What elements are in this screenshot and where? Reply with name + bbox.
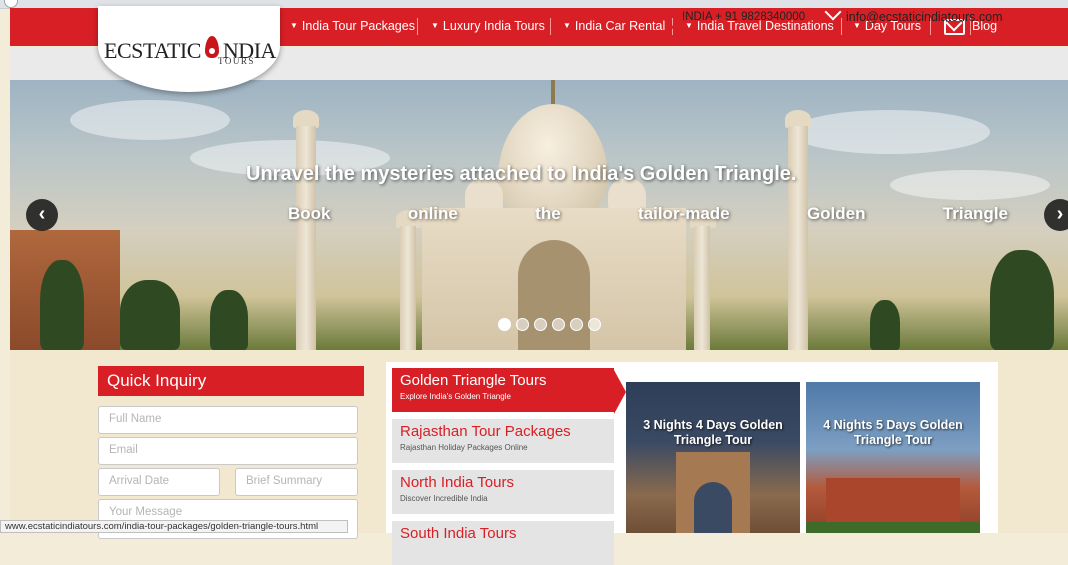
hero-subheading: Book online the tailor-made Golden Trian… (288, 204, 1008, 223)
cloud-shape (790, 110, 990, 154)
minaret (296, 126, 316, 350)
tree (990, 250, 1054, 350)
cloud-shape (890, 170, 1050, 200)
caret-down-icon: ▼ (431, 21, 439, 30)
nav-india-car-rental[interactable]: ▼ India Car Rental (563, 8, 665, 46)
tab-title: North India Tours (400, 474, 514, 491)
nav-label: Luxury India Tours (442, 19, 545, 33)
nav-india-tour-packages[interactable]: ▼ India Tour Packages (290, 8, 415, 46)
brief-summary-field[interactable]: Brief Summary (235, 468, 358, 496)
taj-arch (518, 240, 590, 350)
tour-card[interactable]: 3 Nights 4 Days Golden Triangle Tour (626, 382, 800, 533)
tree (870, 300, 900, 350)
nav-divider (841, 18, 842, 35)
envelope-icon (824, 11, 841, 23)
tab-title: Rajasthan Tour Packages (400, 423, 571, 440)
cloud-shape (70, 100, 230, 140)
nav-divider (417, 18, 418, 35)
contact-phone: INDIA + 91 9828340000 (682, 11, 806, 23)
nav-label: India Car Rental (574, 19, 666, 33)
tab-north-india-tours[interactable]: North India Tours Discover Incredible In… (392, 470, 614, 514)
tab-rajasthan-tour-packages[interactable]: Rajasthan Tour Packages Rajasthan Holida… (392, 419, 614, 463)
tab-title: Golden Triangle Tours (400, 372, 547, 389)
nav-luxury-india-tours[interactable]: ▼ Luxury India Tours (431, 8, 545, 46)
minaret (788, 126, 808, 350)
tour-card[interactable]: 4 Nights 5 Days Golden Triangle Tour (806, 382, 980, 533)
tree (210, 290, 248, 350)
quick-inquiry-form: Quick Inquiry Full Name Email Arrival Da… (98, 366, 364, 539)
browser-status-bar: www.ecstaticindiatours.com/india-tour-pa… (0, 520, 348, 533)
chevron-left-icon[interactable]: ‹ (26, 199, 58, 231)
lawn (806, 522, 980, 533)
tab-subtitle: Explore India's Golden Triangle (400, 392, 511, 401)
hero-heading: Unravel the mysteries attached to India'… (246, 163, 797, 185)
india-gate-opening (694, 482, 732, 533)
slider-dot[interactable] (516, 318, 529, 331)
email-field[interactable]: Email (98, 437, 358, 465)
hero-slider: Unravel the mysteries attached to India'… (10, 80, 1068, 350)
minaret (694, 226, 710, 350)
phone-icon (668, 10, 679, 29)
slider-dot[interactable] (552, 318, 565, 331)
card-title: 4 Nights 5 Days Golden Triangle Tour (823, 418, 963, 447)
message-field[interactable]: Your Message (98, 499, 358, 539)
arrival-date-field[interactable]: Arrival Date (98, 468, 220, 496)
slider-dot[interactable] (588, 318, 601, 331)
logo-subtitle: TOURS (218, 56, 255, 66)
caret-down-icon: ▼ (563, 21, 571, 30)
tab-subtitle: Rajasthan Holiday Packages Online (400, 443, 528, 452)
slider-dot[interactable] (498, 318, 511, 331)
tab-title: South India Tours (400, 525, 517, 542)
active-tab-pointer (614, 370, 626, 414)
slider-dot[interactable] (570, 318, 583, 331)
caret-down-icon: ▼ (290, 21, 298, 30)
slider-dots (498, 318, 606, 332)
tree (120, 280, 180, 350)
nav-label: India Tour Packages (301, 19, 415, 33)
tab-south-india-tours[interactable]: South India Tours (392, 521, 614, 565)
tree (40, 260, 84, 350)
full-name-field[interactable]: Full Name (98, 406, 358, 434)
browser-tab-icon (4, 0, 18, 8)
red-fort-wall (826, 478, 960, 523)
chevron-right-icon[interactable]: › (1044, 199, 1068, 231)
nav-divider (550, 18, 551, 35)
inquiry-title: Quick Inquiry (98, 366, 364, 396)
logo-word: ECSTATIC (104, 38, 201, 63)
tab-golden-triangle-tours[interactable]: Golden Triangle Tours Explore India's Go… (392, 368, 614, 412)
slider-dot[interactable] (534, 318, 547, 331)
tours-panel: Golden Triangle Tours Explore India's Go… (386, 362, 998, 565)
tab-subtitle: Discover Incredible India (400, 494, 488, 503)
minaret (400, 226, 416, 350)
card-title: 3 Nights 4 Days Golden Triangle Tour (643, 418, 783, 447)
contact-email[interactable]: info@ecstaticindiatours.com (846, 10, 1003, 24)
